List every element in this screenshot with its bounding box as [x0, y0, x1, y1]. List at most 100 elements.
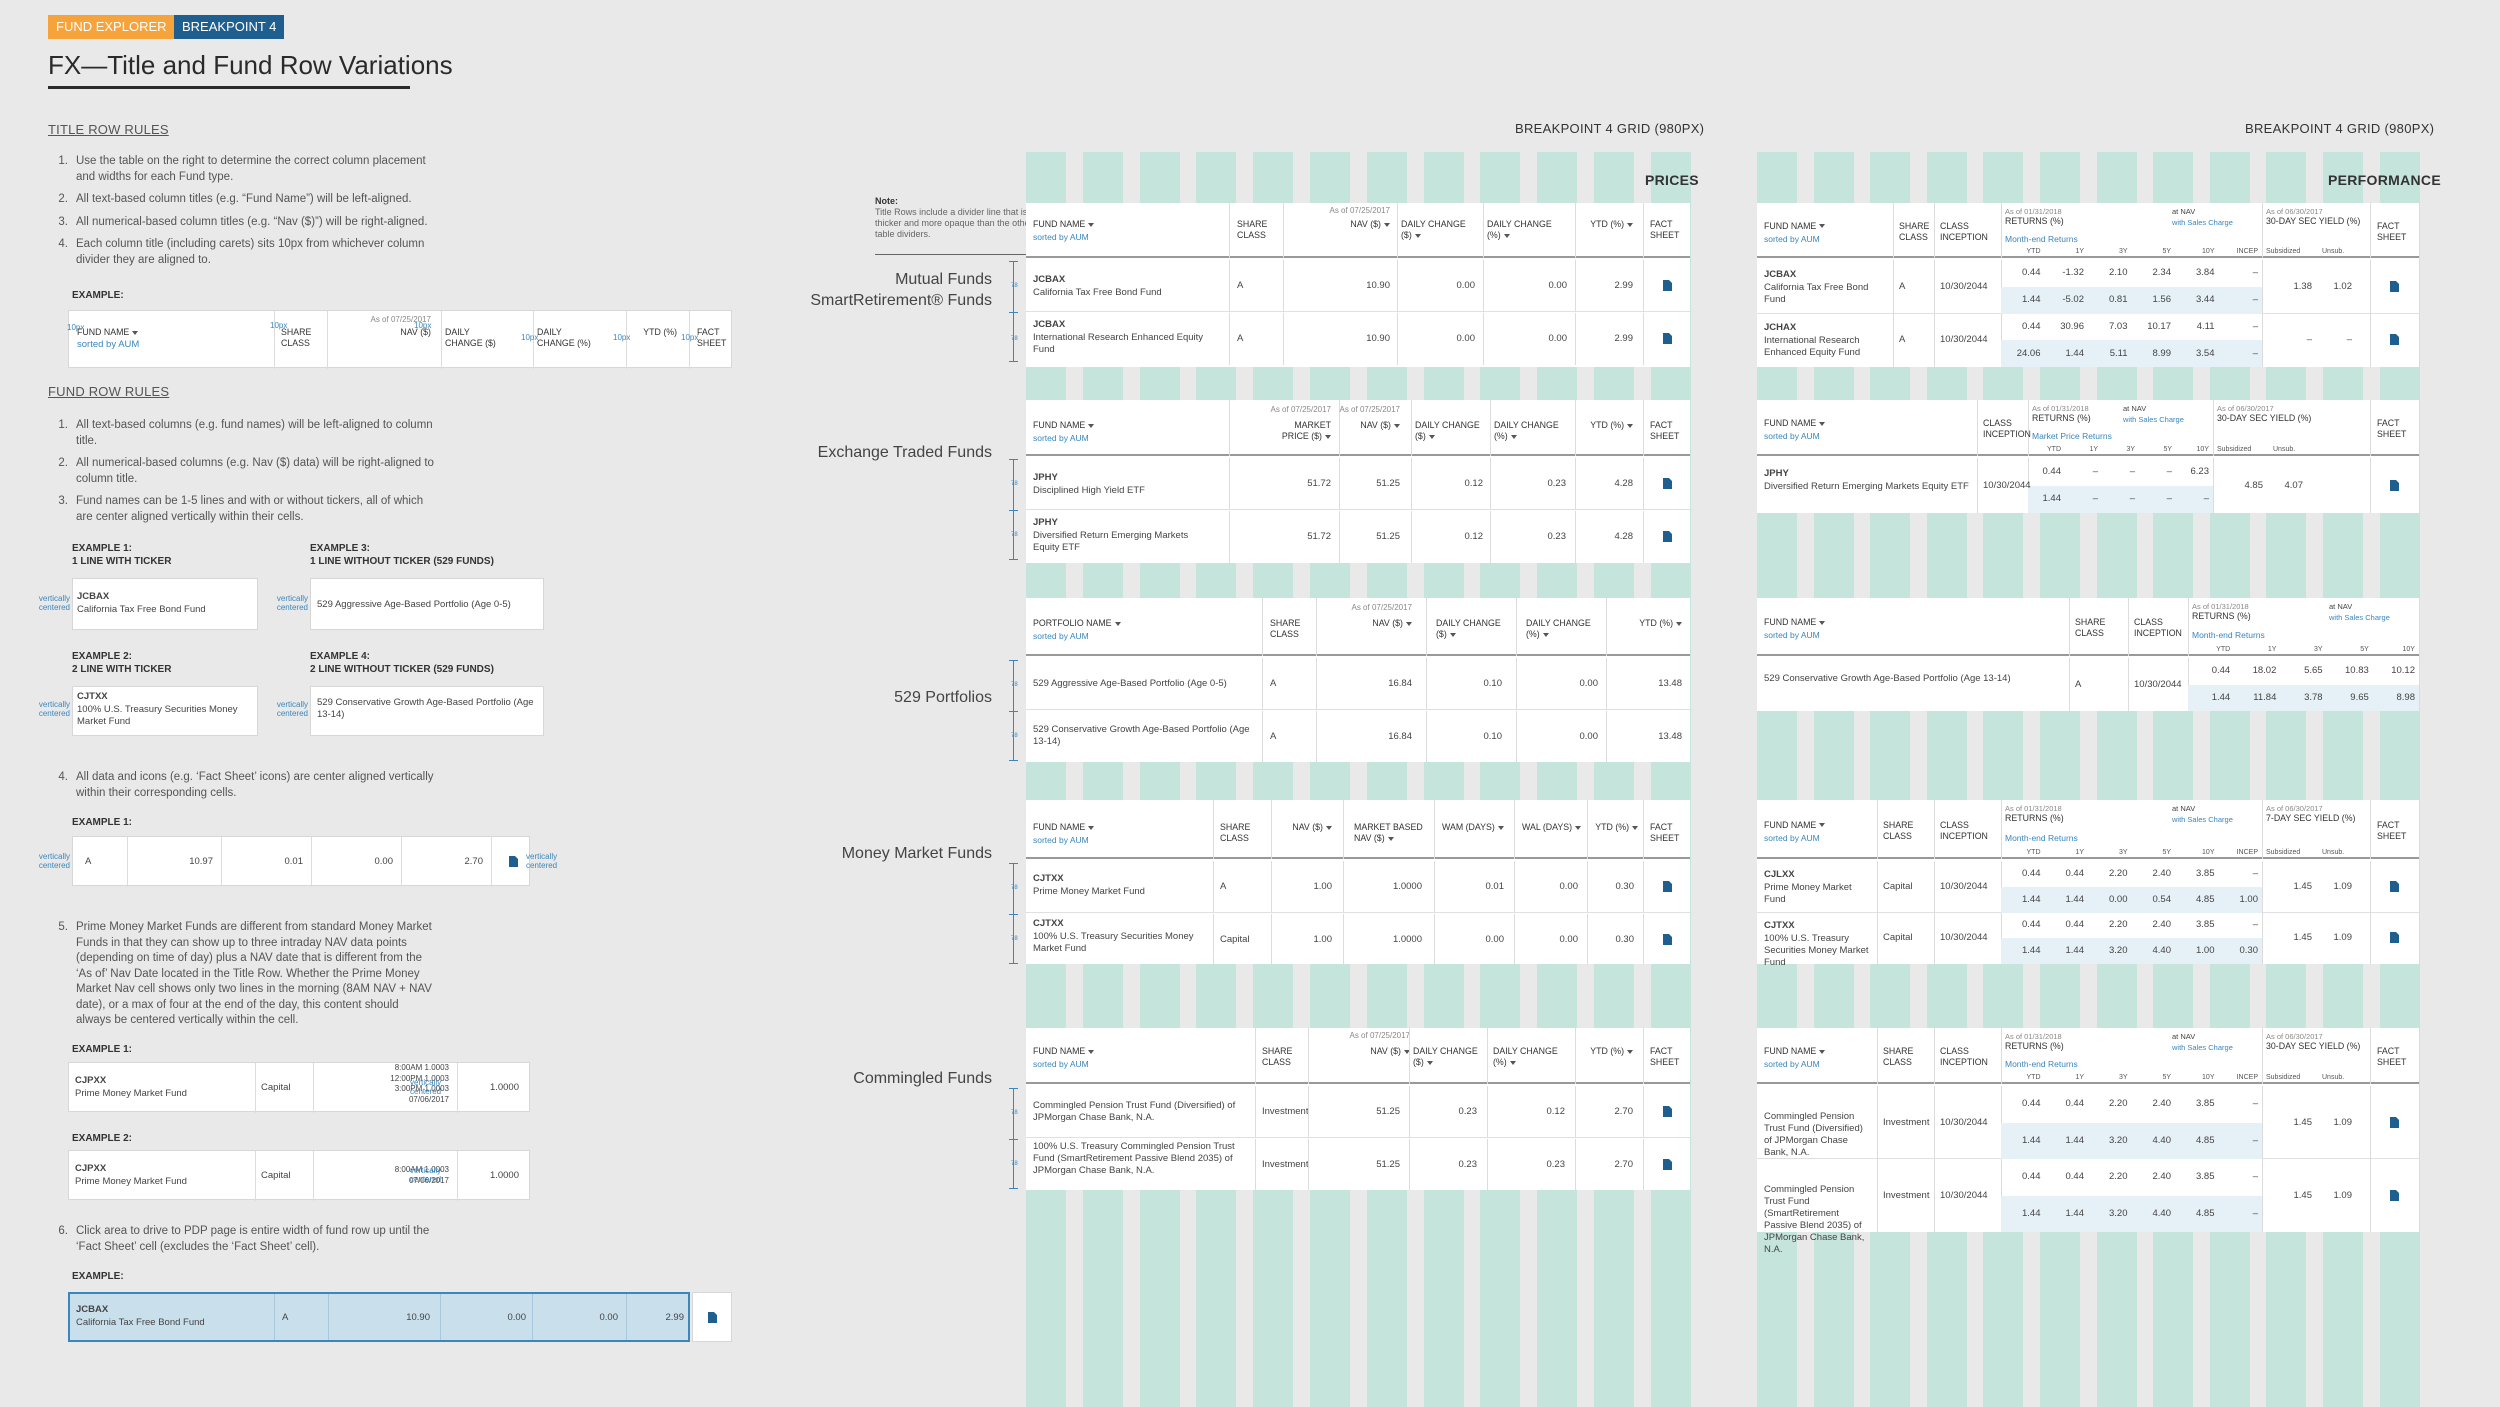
fund-row[interactable]: CJTXX 100% U.S. Treasury Securities Mone…	[1026, 914, 1690, 964]
fact-sheet-cell[interactable]	[692, 1292, 732, 1342]
returns-subcolumn-header[interactable]: YTD	[2001, 847, 2041, 859]
month-end-returns-link[interactable]: Month-end Returns	[2005, 233, 2078, 245]
fund-row[interactable]: CJLXX Prime Money Market Fund Capital 10/30…	[1757, 861, 2419, 913]
returns-subcolumn-header[interactable]: 5Y	[2132, 1072, 2171, 1084]
month-end-returns-link[interactable]: Month-end Returns	[2005, 832, 2078, 844]
returns-subcolumn-header[interactable]: 1Y	[2234, 644, 2277, 656]
fact-sheet-icon[interactable]	[1663, 1159, 1672, 1170]
fund-name-header[interactable]: FUND NAME	[1764, 221, 1826, 232]
fact-sheet-icon[interactable]	[1663, 531, 1672, 542]
returns-subcolumn-header[interactable]: 3Y	[2280, 644, 2323, 656]
share-class: Capital	[1883, 932, 1913, 944]
return-value-nav: 0.44	[2065, 1171, 2085, 1183]
return-value-nav: 2.20	[2109, 1171, 2128, 1183]
fact-sheet-icon[interactable]	[708, 1312, 717, 1323]
fact-sheet-icon[interactable]	[2390, 1116, 2399, 1128]
month-end-returns-link[interactable]: Market Price Returns	[2032, 430, 2112, 442]
returns-subcolumn-header[interactable]: 5Y	[2327, 644, 2369, 656]
performance-tab[interactable]: PERFORMANCE	[2328, 172, 2441, 188]
fact-sheet-icon[interactable]	[2390, 880, 2399, 892]
fund-row[interactable]: 529 Conservative Growth Age-Based Portfo…	[1026, 711, 1690, 762]
fact-sheet-icon[interactable]	[1663, 881, 1672, 892]
returns-subcolumn-header[interactable]: 1Y	[2045, 246, 2084, 258]
returns-subcolumn-header[interactable]: 10Y	[2175, 1072, 2214, 1084]
returns-subcolumn-header[interactable]: INCEP	[2219, 246, 2258, 258]
fund-row[interactable]: JCHAX International Research Enhanced Equ…	[1757, 313, 2419, 367]
fund-row[interactable]: 100% U.S. Treasury Commingled Pension Tr…	[1026, 1139, 1690, 1190]
returns-subcolumn-header[interactable]: 3Y	[2088, 246, 2128, 258]
performance-table-commingled: FUND NAME sorted by AUM SHARE CLASS CLASS I…	[1757, 1028, 2419, 1255]
returns-subcolumn-header[interactable]: 3Y	[2088, 847, 2128, 859]
fact-sheet-icon[interactable]	[1663, 280, 1672, 291]
fund-row[interactable]: Commingled Pension Trust Fund (SmartReti…	[1757, 1159, 2419, 1255]
prices-tab[interactable]: PRICES	[1645, 172, 1699, 188]
clickable-fund-row[interactable]: JCBAX California Tax Free Bond Fund A 10…	[68, 1292, 690, 1342]
returns-subcolumn-header[interactable]: 1Y	[2065, 444, 2098, 456]
fund-row[interactable]: Commingled Pension Trust Fund (Diversifi…	[1757, 1086, 2419, 1159]
fund-name: California Tax Free Bond Fund	[1764, 281, 1869, 305]
fact-sheet-icon[interactable]	[1663, 934, 1672, 945]
fact-sheet-icon[interactable]	[1663, 333, 1672, 344]
returns-subcolumn-header[interactable]: YTD	[2028, 444, 2061, 456]
column-divider	[2370, 1028, 2371, 1084]
returns-subcolumn-header[interactable]: 1Y	[2045, 847, 2084, 859]
fund-row[interactable]: Commingled Pension Trust Fund (Diversifi…	[1026, 1086, 1690, 1138]
returns-subcolumn-header[interactable]: 10Y	[2175, 246, 2214, 258]
return-value-nav: 2.40	[2152, 1098, 2172, 1110]
fund-row[interactable]: 529 Conservative Growth Age-Based Portfo…	[1757, 658, 2420, 711]
fund-row[interactable]: JPHY Diversified Return Emerging Markets…	[1026, 511, 1690, 563]
title-row-note: Note: Title Rows include a divider line t…	[875, 196, 1033, 239]
returns-subcolumn-header[interactable]: 3Y	[2088, 1072, 2128, 1084]
fact-sheet-icon[interactable]	[1663, 478, 1672, 489]
returns-subcolumn-header[interactable]: 5Y	[2132, 847, 2171, 859]
month-end-returns-link[interactable]: Month-end Returns	[2005, 1058, 2078, 1070]
return-value-nav: 2.20	[2109, 919, 2128, 931]
fact-sheet-icon[interactable]	[2390, 1189, 2399, 1201]
fact-sheet-icon[interactable]	[509, 856, 518, 867]
fund-name-header[interactable]: FUND NAME	[1764, 1046, 1826, 1057]
returns-subcolumn-header[interactable]: 5Y	[2132, 246, 2171, 258]
with-sales-charge-radio[interactable]: with Sales Charge	[2172, 1042, 2233, 1054]
fund-row[interactable]: JPHY Diversified Return Emerging Markets …	[1757, 458, 2419, 513]
return-value-sales-charge: 3.20	[2109, 1207, 2128, 1219]
return-value-sales-charge: 1.00	[2196, 945, 2215, 957]
column-divider	[1877, 1086, 1878, 1159]
fund-row[interactable]: 529 Aggressive Age-Based Portfolio (Age …	[1026, 658, 1690, 710]
returns-subcolumn-header[interactable]: YTD	[2001, 1072, 2041, 1084]
fact-sheet-icon[interactable]	[1663, 1106, 1672, 1117]
returns-subcolumn-header[interactable]: 3Y	[2102, 444, 2135, 456]
fund-row[interactable]: JCBAX California Tax Free Bond Fund A 10…	[1026, 260, 1690, 312]
month-end-returns-link[interactable]: Month-end Returns	[2192, 629, 2265, 641]
fund-row[interactable]: CJTXX 100% U.S. Treasury Securities Money…	[1757, 912, 2419, 968]
returns-subcolumn-header[interactable]: 10Y	[2373, 644, 2415, 656]
fund-name-header[interactable]: FUND NAME	[1764, 617, 1826, 628]
with-sales-charge-radio[interactable]: with Sales Charge	[2329, 612, 2390, 624]
fact-sheet-icon[interactable]	[2390, 479, 2399, 491]
returns-subcolumn-header[interactable]: 10Y	[2176, 444, 2209, 456]
return-value-sales-charge: 4.40	[2152, 1134, 2172, 1146]
fund-row[interactable]: JCBAX California Tax Free Bond Fund A 10/30…	[1757, 260, 2419, 314]
sorted-by-label: sorted by AUM	[1764, 431, 1820, 441]
returns-subcolumn-header[interactable]: INCEP	[2219, 1072, 2258, 1084]
return-value-sales-charge: 1.44	[2042, 493, 2062, 505]
with-sales-charge-radio[interactable]: with Sales Charge	[2123, 414, 2184, 426]
fact-sheet-icon[interactable]	[2390, 932, 2399, 944]
returns-subcolumn-header[interactable]: 10Y	[2175, 847, 2214, 859]
returns-subcolumn-header[interactable]: YTD	[2001, 246, 2041, 258]
with-sales-charge-radio[interactable]: with Sales Charge	[2172, 814, 2233, 826]
fact-sheet-icon[interactable]	[2390, 334, 2399, 346]
returns-subcolumn-header[interactable]: INCEP	[2219, 847, 2258, 859]
fund-row[interactable]: JPHY Disciplined High Yield ETF 51.72 51…	[1026, 458, 1690, 510]
return-value-nav: 0.44	[2022, 919, 2041, 931]
fund-row[interactable]: JCBAX International Research Enhanced Eq…	[1026, 313, 1690, 365]
fund-name-header[interactable]: FUND NAME	[1764, 418, 1826, 429]
returns-subcolumn-header[interactable]: 1Y	[2045, 1072, 2084, 1084]
fund-row[interactable]: CJTXX Prime Money Market Fund A 1.00 1.0…	[1026, 861, 1690, 913]
with-sales-charge-radio[interactable]: with Sales Charge	[2172, 217, 2233, 229]
return-value-nav: 3.84	[2196, 267, 2215, 279]
returns-subcolumn-header[interactable]: YTD	[2188, 644, 2230, 656]
fact-sheet-icon[interactable]	[2390, 280, 2399, 292]
returns-subcolumn-header[interactable]: 5Y	[2139, 444, 2172, 456]
fund-name-header[interactable]: FUND NAME	[1764, 820, 1826, 831]
return-value-nav: 0.44	[2065, 867, 2085, 879]
